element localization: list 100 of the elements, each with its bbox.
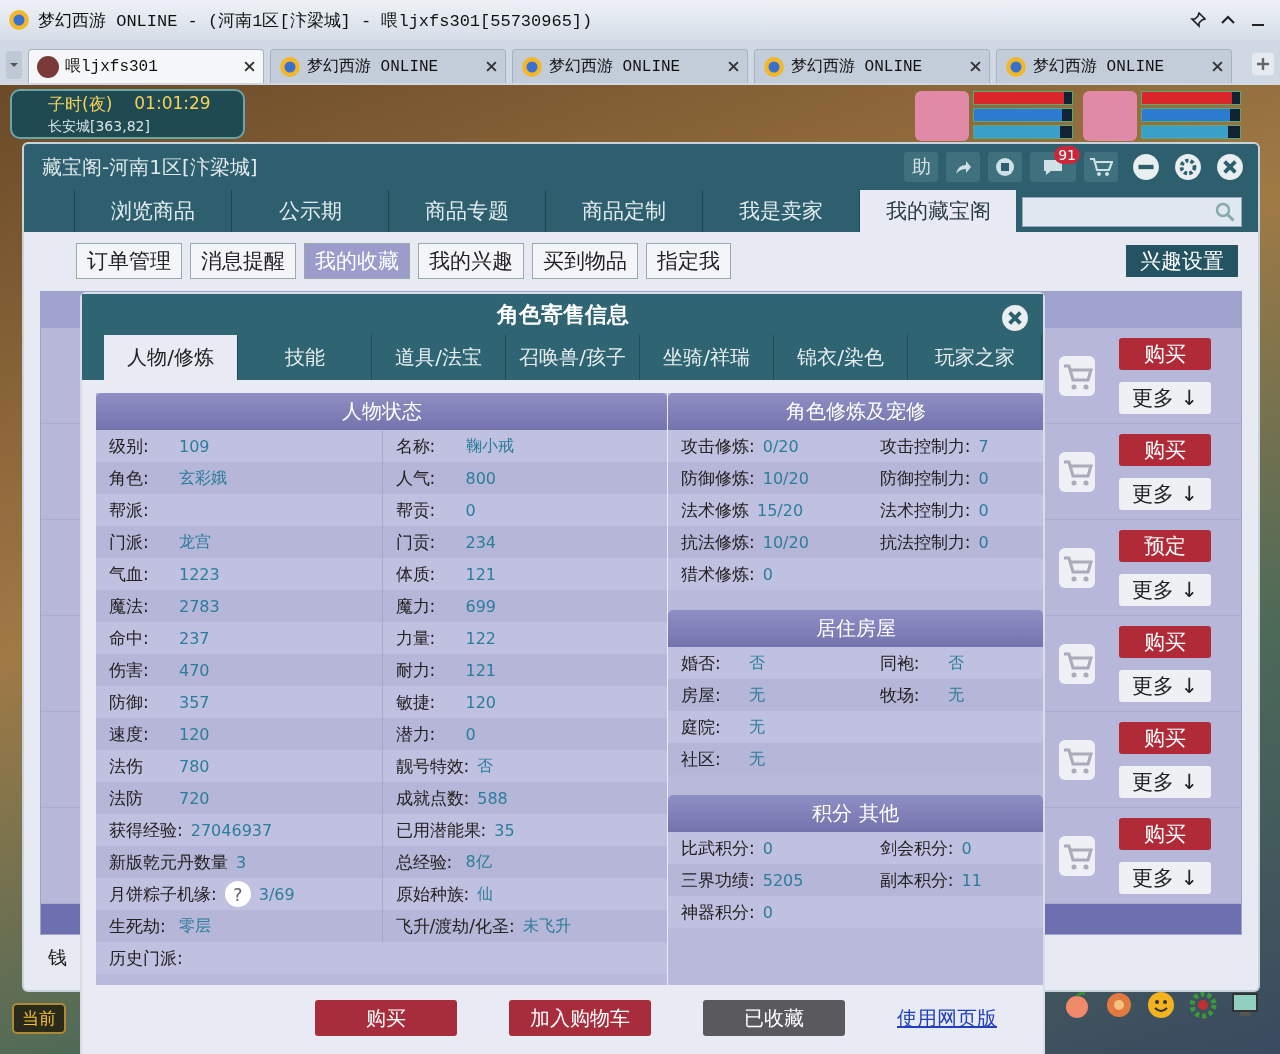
browser-tab[interactable]: 梦幻西游 ONLINE — [512, 49, 748, 83]
sub-tab[interactable]: 指定我 — [646, 243, 731, 279]
field-value: 10/20 — [762, 468, 809, 488]
more-button[interactable]: 更多 ↓ — [1119, 381, 1211, 414]
dialog-button[interactable]: 加入购物车 — [509, 1000, 651, 1036]
avatar-icon — [37, 55, 59, 78]
help-button[interactable]: 助 — [904, 152, 938, 182]
browser-tab[interactable]: 梦幻西游 ONLINE — [754, 49, 990, 83]
close-icon[interactable] — [970, 61, 981, 72]
field-label: 耐力: — [395, 658, 437, 682]
buy-button[interactable]: 购买 — [1119, 337, 1211, 370]
cart-button[interactable] — [1084, 152, 1118, 182]
close-icon[interactable] — [1001, 304, 1029, 332]
field-label: 门贡: — [395, 530, 437, 554]
field-label: 靓号特效: — [395, 754, 470, 778]
tab-menu-button[interactable] — [6, 51, 22, 79]
shop-tab[interactable]: 我的藏宝阁 — [859, 190, 1016, 232]
field-label: 魔法: — [109, 594, 150, 618]
field-value: 0 — [978, 500, 989, 520]
browser-tab[interactable]: 梦幻西游 ONLINE — [270, 49, 506, 83]
share-button[interactable] — [946, 152, 980, 182]
field-value: 8亿 — [465, 851, 492, 873]
more-button[interactable]: 更多 ↓ — [1119, 573, 1211, 606]
more-button[interactable]: 更多 ↓ — [1119, 477, 1211, 510]
close-icon[interactable] — [486, 61, 497, 72]
buy-button[interactable]: 购买 — [1119, 625, 1211, 658]
field-label: 原始种族: — [395, 882, 470, 906]
field-value: 121 — [465, 660, 497, 680]
sub-tab[interactable]: 消息提醒 — [190, 243, 296, 279]
buy-button[interactable]: 购买 — [1119, 433, 1211, 466]
more-button[interactable]: 更多 ↓ — [1119, 861, 1211, 894]
field-value: 470 — [179, 660, 210, 680]
tab-label: 喂ljxfs301 — [65, 57, 158, 77]
emblem-icon — [8, 9, 30, 31]
field-value: 122 — [465, 628, 497, 648]
more-button[interactable]: 更多 ↓ — [1119, 765, 1211, 798]
section-header: 居住房屋 — [668, 610, 1043, 647]
sub-tab[interactable]: 订单管理 — [76, 243, 182, 279]
field-label: 比武积分: — [681, 836, 755, 860]
field-value: 否 — [749, 652, 765, 674]
field-value: 0 — [961, 838, 972, 858]
help-icon[interactable]: ? — [224, 881, 251, 907]
gear-icon[interactable] — [1188, 990, 1218, 1020]
dialog-tab[interactable]: 人物/修炼 — [104, 335, 238, 380]
dialog-button[interactable]: 已收藏 — [703, 1000, 845, 1036]
shop-tab[interactable]: 公示期 — [231, 190, 388, 232]
dialog-tab[interactable]: 锦衣/染色 — [774, 335, 908, 380]
dialog-button[interactable]: 购买 — [315, 1000, 457, 1036]
smiley-icon[interactable] — [1146, 990, 1176, 1020]
caret-down-icon — [9, 60, 19, 70]
field-label: 角色: — [109, 466, 150, 490]
field-label: 副本积分: — [879, 868, 954, 892]
flower-icon[interactable] — [1104, 990, 1134, 1020]
web-version-link[interactable]: 使用网页版 — [897, 1004, 997, 1032]
current-button[interactable]: 当前 — [12, 1003, 66, 1034]
field-value: 龙宫 — [179, 531, 211, 553]
footer-label: 钱 — [48, 945, 67, 970]
stop-button[interactable] — [988, 152, 1022, 182]
pin-icon[interactable] — [1190, 12, 1206, 28]
field-label: 已用潜能果: — [395, 818, 487, 842]
dialog-tab[interactable]: 坐骑/祥瑞 — [640, 335, 774, 380]
browser-tab[interactable]: 喂ljxfs301 — [28, 49, 264, 83]
shop-tab[interactable]: 商品专题 — [388, 190, 545, 232]
sub-tab[interactable]: 我的兴趣 — [418, 243, 524, 279]
interest-settings-button[interactable]: 兴趣设置 — [1126, 245, 1238, 277]
browser-tab[interactable]: 梦幻西游 ONLINE — [996, 49, 1232, 83]
dialog-tab[interactable]: 道具/法宝 — [372, 335, 506, 380]
close-icon[interactable] — [1212, 61, 1223, 72]
close-icon[interactable] — [244, 61, 255, 72]
buy-button[interactable]: 购买 — [1119, 817, 1211, 850]
close-icon[interactable] — [728, 61, 739, 72]
time-period: 子时(夜) — [48, 93, 113, 116]
field-value: 否 — [477, 755, 494, 777]
field-value: 720 — [179, 788, 210, 808]
section-header: 角色修炼及宠修 — [668, 393, 1043, 430]
close-icon[interactable] — [1216, 153, 1244, 181]
dialog-tab[interactable]: 技能 — [238, 335, 372, 380]
minimize-icon[interactable] — [1132, 153, 1160, 181]
dialog-tab[interactable]: 召唤兽/孩子 — [506, 335, 640, 380]
field-value: 15/20 — [757, 500, 804, 520]
settings-icon[interactable] — [1174, 153, 1202, 181]
dialog-tab[interactable]: 玩家之家 — [908, 335, 1042, 380]
more-button[interactable]: 更多 ↓ — [1119, 669, 1211, 702]
shop-tab[interactable]: 商品定制 — [545, 190, 702, 232]
buy-button[interactable]: 预定 — [1119, 529, 1211, 562]
field-label: 社区: — [681, 747, 722, 771]
new-tab-button[interactable] — [1252, 53, 1274, 75]
field-label: 神器积分: — [681, 900, 755, 924]
field-label: 攻击控制力: — [879, 434, 971, 458]
stop-icon — [995, 157, 1015, 177]
field-value: 玄彩娥 — [179, 467, 227, 489]
sub-tab[interactable]: 买到物品 — [532, 243, 638, 279]
field-value: 零层 — [179, 915, 211, 937]
field-value: 10/20 — [762, 532, 809, 552]
field-value: 11 — [961, 870, 982, 890]
field-label: 人气: — [395, 466, 437, 490]
buy-button[interactable]: 购买 — [1119, 721, 1211, 754]
emblem-icon — [763, 55, 785, 78]
search-field[interactable] — [1022, 197, 1242, 227]
shop-tab[interactable]: 浏览商品 — [74, 190, 231, 232]
